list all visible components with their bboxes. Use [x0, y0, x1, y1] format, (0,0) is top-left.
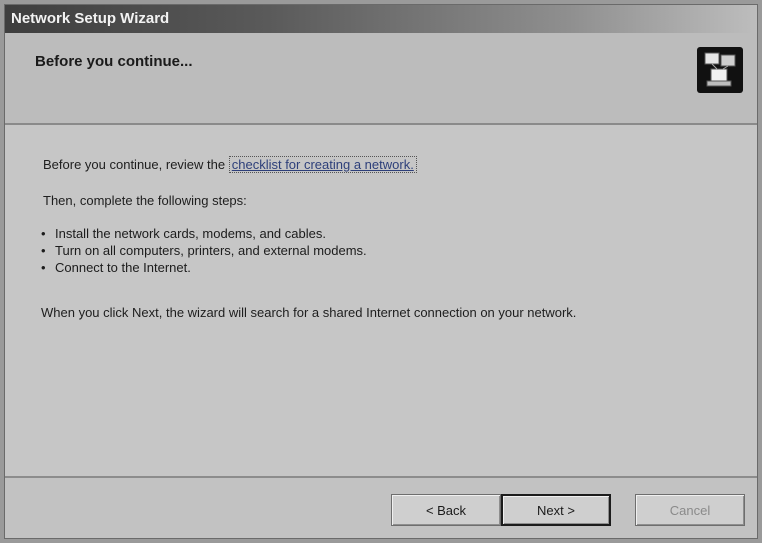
- then-text: Then, complete the following steps:: [43, 193, 247, 208]
- list-item: • Connect to the Internet.: [41, 260, 191, 275]
- cancel-button[interactable]: Cancel: [635, 494, 745, 526]
- intro-prefix: Before you continue, review the: [43, 157, 229, 172]
- checklist-link[interactable]: checklist for creating a network.: [228, 156, 417, 173]
- page-title: Before you continue...: [35, 53, 193, 70]
- list-item: • Install the network cards, modems, and …: [41, 226, 326, 241]
- intro-text: Before you continue, review the checklis…: [43, 156, 417, 173]
- button-bar: < Back Next > Cancel: [5, 476, 757, 538]
- wizard-window: Network Setup Wizard Before you continue…: [4, 4, 758, 539]
- next-button[interactable]: Next >: [501, 494, 611, 526]
- wizard-content: Before you continue, review the checklis…: [5, 125, 757, 476]
- bullet-icon: •: [41, 243, 46, 258]
- list-item: • Turn on all computers, printers, and ex…: [41, 243, 367, 258]
- back-button[interactable]: < Back: [391, 494, 501, 526]
- bullet-icon: •: [41, 226, 46, 241]
- title-bar: Network Setup Wizard: [5, 5, 757, 33]
- window-title: Network Setup Wizard: [11, 10, 170, 27]
- steps-list: • Install the network cards, modems, and …: [41, 225, 367, 276]
- bullet-icon: •: [41, 260, 46, 275]
- network-computers-icon: [697, 47, 743, 93]
- wizard-header: Before you continue...: [5, 33, 757, 125]
- next-info-text: When you click Next, the wizard will sea…: [41, 305, 577, 320]
